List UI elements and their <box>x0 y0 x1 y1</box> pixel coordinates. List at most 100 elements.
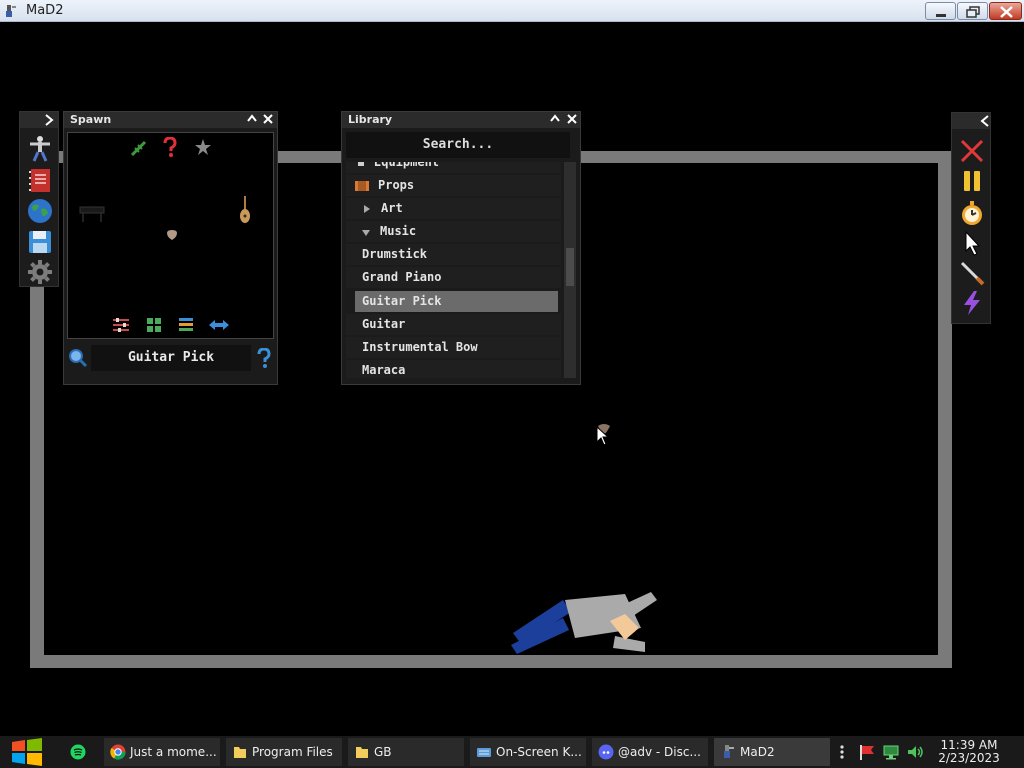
list-item-maraca[interactable]: Maraca <box>346 360 561 378</box>
guitar-preview[interactable] <box>238 195 252 225</box>
spawn-panel: Spawn Guitar Pick <box>63 111 278 385</box>
swap-arrows-icon[interactable] <box>208 317 230 333</box>
knife-icon[interactable] <box>958 259 986 287</box>
arena-floor <box>30 655 952 668</box>
ragdoll-character[interactable] <box>505 588 665 658</box>
pointer-cursor-icon[interactable] <box>958 229 986 257</box>
search-icon[interactable] <box>68 348 88 368</box>
chrome-icon <box>110 744 126 760</box>
library-panel: Library Search... Equipment Props Art Mu… <box>341 111 581 385</box>
volume-icon[interactable] <box>906 744 924 760</box>
list-view-icon[interactable] <box>178 317 194 333</box>
mouse-cursor-icon <box>596 426 610 446</box>
close-icon <box>263 114 273 124</box>
task-mad2[interactable]: MaD2 <box>714 738 830 766</box>
guitar-pick-preview[interactable] <box>166 229 178 241</box>
notebook-icon[interactable] <box>26 166 54 194</box>
chevron-left-icon[interactable] <box>980 115 990 127</box>
list-item-equipment[interactable]: Equipment <box>346 162 561 173</box>
arena-wall-top <box>278 151 343 163</box>
folder-icon <box>234 747 246 758</box>
action-center-flag-icon[interactable] <box>858 744 876 760</box>
settings-gear-icon[interactable] <box>26 258 54 286</box>
pause-icon[interactable] <box>958 167 986 195</box>
library-list[interactable]: Equipment Props Art Music Drumstick Gran… <box>346 162 561 378</box>
mad2-icon <box>724 745 734 758</box>
arena-wall-right <box>938 324 952 668</box>
minimize-button[interactable] <box>925 2 956 20</box>
syringe-icon[interactable] <box>130 139 148 157</box>
chevron-right-icon <box>364 205 370 213</box>
close-icon <box>1000 6 1013 18</box>
delete-x-icon[interactable] <box>958 137 986 165</box>
library-panel-title: Library <box>348 113 393 126</box>
list-item-music[interactable]: Music <box>346 221 561 242</box>
discord-icon <box>598 744 614 760</box>
chevron-up-icon <box>550 114 560 122</box>
list-item-props[interactable]: Props <box>346 175 561 196</box>
library-scrollbar[interactable] <box>564 162 576 378</box>
folder-icon <box>356 747 368 758</box>
close-panel-button[interactable] <box>565 113 579 127</box>
left-toolbar-header <box>20 112 58 128</box>
task-program-files[interactable]: Program Files <box>226 738 342 766</box>
ragdoll-spawn-icon[interactable] <box>26 134 54 162</box>
selected-item-name: Guitar Pick <box>91 345 251 371</box>
list-item-drumstick[interactable]: Drumstick <box>346 244 561 265</box>
spawn-preview[interactable] <box>67 132 274 339</box>
right-toolbar <box>951 112 991 324</box>
task-discord[interactable]: @adv - Disc... <box>592 738 708 766</box>
restore-button[interactable] <box>957 2 988 20</box>
grid-view-icon[interactable] <box>146 317 162 333</box>
taskbar: Just a mome... Program Files GB On-Scree… <box>0 736 1024 768</box>
clock-date: 2/23/2023 <box>938 751 1000 765</box>
window-titlebar: MaD2 <box>0 0 1024 22</box>
list-item-art[interactable]: Art <box>346 198 561 219</box>
task-on-screen-keyboard[interactable]: On-Screen K... <box>470 738 586 766</box>
windows-start-icon[interactable] <box>10 737 44 767</box>
question-mark-icon[interactable] <box>162 137 178 157</box>
left-toolbar <box>19 111 59 287</box>
collapse-button[interactable] <box>548 113 562 127</box>
task-chrome[interactable]: Just a mome... <box>104 738 220 766</box>
close-panel-button[interactable] <box>261 113 275 127</box>
keyboard-icon <box>477 748 491 757</box>
category-icon <box>358 162 364 166</box>
save-icon[interactable] <box>26 228 54 256</box>
restore-icon <box>966 6 980 18</box>
chevron-down-icon <box>362 230 370 236</box>
library-search-input[interactable]: Search... <box>346 132 570 158</box>
chevron-up-icon <box>247 114 257 122</box>
sliders-icon[interactable] <box>112 317 130 333</box>
stopwatch-icon[interactable] <box>958 199 986 227</box>
collapse-button[interactable] <box>245 113 259 127</box>
spotify-icon[interactable] <box>70 744 86 760</box>
window-title: MaD2 <box>26 3 64 18</box>
network-icon[interactable] <box>882 744 900 760</box>
list-item-guitar-pick[interactable]: Guitar Pick <box>355 291 558 312</box>
help-icon[interactable] <box>256 348 272 368</box>
library-panel-header[interactable]: Library <box>342 112 580 128</box>
list-item-grand-piano[interactable]: Grand Piano <box>346 267 561 288</box>
arena-wall-left <box>30 286 44 668</box>
globe-icon[interactable] <box>26 197 54 225</box>
tray-clock[interactable]: 11:39 AM 2/23/2023 <box>932 739 1006 765</box>
props-icon <box>355 181 369 191</box>
arena-wall-top-right <box>581 151 951 163</box>
star-icon[interactable] <box>194 138 212 156</box>
lightning-icon[interactable] <box>958 289 986 317</box>
close-icon <box>567 114 577 124</box>
arena-wall-right-upper <box>938 151 951 324</box>
more-options-icon[interactable] <box>838 744 846 760</box>
list-item-instrumental-bow[interactable]: Instrumental Bow <box>346 337 561 358</box>
grand-piano-preview[interactable] <box>78 205 106 223</box>
list-item-guitar[interactable]: Guitar <box>346 314 561 335</box>
mad2-app-icon <box>6 5 16 17</box>
scrollbar-thumb[interactable] <box>566 248 574 286</box>
chevron-right-icon[interactable] <box>44 114 54 126</box>
task-gb[interactable]: GB <box>348 738 464 766</box>
minimize-icon <box>936 14 946 17</box>
close-window-button[interactable] <box>989 2 1022 20</box>
spawn-panel-header[interactable]: Spawn <box>64 112 277 128</box>
spawn-panel-title: Spawn <box>70 113 112 126</box>
